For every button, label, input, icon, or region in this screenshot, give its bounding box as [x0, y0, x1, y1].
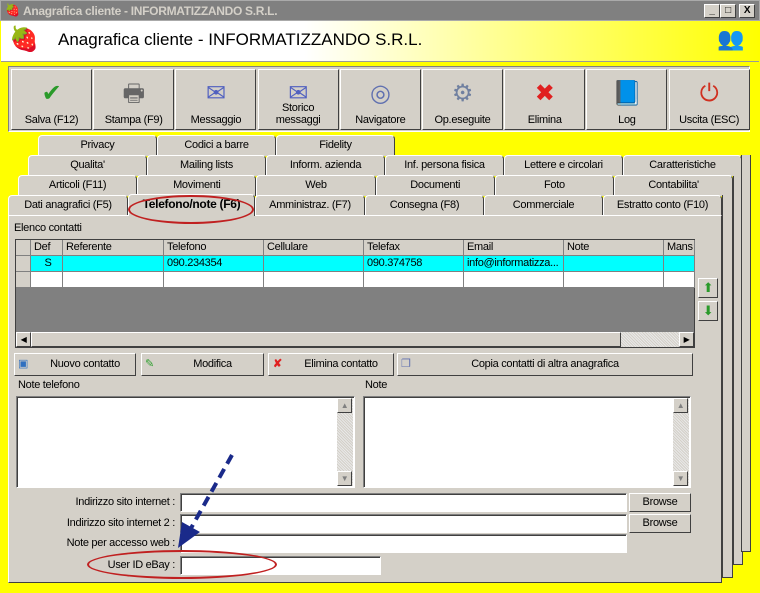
- annotation-arrow-icon: [178, 454, 234, 548]
